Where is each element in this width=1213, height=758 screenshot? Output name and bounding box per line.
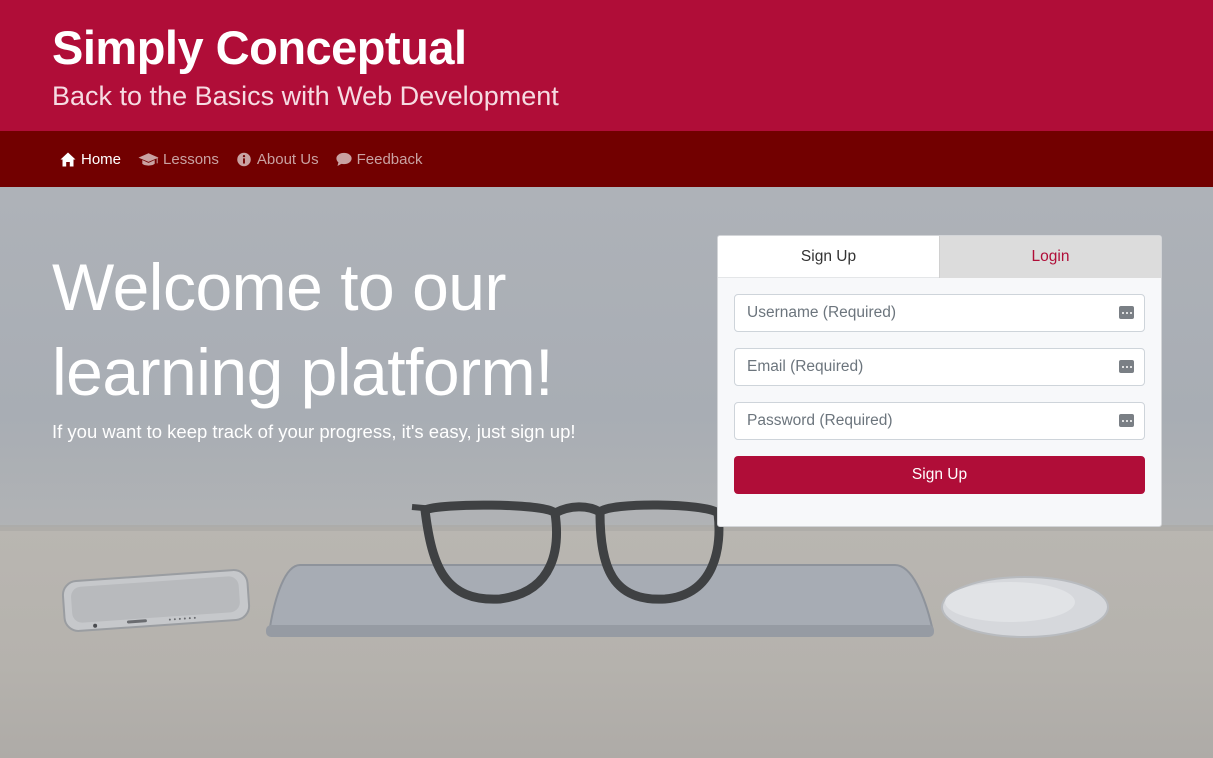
autofill-icon[interactable]	[1119, 360, 1134, 373]
tab-login[interactable]: Login	[939, 236, 1161, 278]
signup-card: Sign Up Login Sign Up	[717, 235, 1162, 527]
main-navigation: Home Lessons About Us Feedback	[0, 131, 1213, 187]
graduation-cap-icon	[137, 151, 159, 167]
nav-item-feedback[interactable]: Feedback	[335, 150, 423, 168]
nav-item-label: Home	[81, 150, 122, 168]
nav-item-label: Feedback	[356, 150, 423, 168]
autofill-icon[interactable]	[1119, 306, 1134, 319]
hero-heading: Welcome to our learning platform!	[52, 250, 553, 409]
nav-item-label: Lessons	[163, 150, 219, 168]
email-input[interactable]	[735, 349, 1144, 385]
home-icon	[59, 151, 77, 167]
hero-description: If you want to keep track of your progre…	[52, 421, 576, 442]
autofill-icon[interactable]	[1119, 414, 1134, 427]
nav-item-lessons[interactable]: Lessons	[137, 151, 219, 168]
password-input[interactable]	[735, 403, 1144, 439]
nav-item-label: About Us	[256, 150, 319, 168]
tab-sign-up[interactable]: Sign Up	[718, 236, 939, 278]
sign-up-button[interactable]: Sign Up	[734, 456, 1145, 494]
site-subtitle: Back to the Basics with Web Development	[52, 81, 559, 111]
info-icon	[235, 151, 253, 167]
nav-item-about-us[interactable]: About Us	[235, 151, 319, 168]
comment-icon	[335, 151, 353, 167]
email-field-wrapper	[734, 348, 1145, 386]
username-field-wrapper	[734, 294, 1145, 332]
site-title: Simply Conceptual	[52, 21, 467, 74]
site-header: Simply Conceptual Back to the Basics wit…	[0, 0, 1213, 131]
username-input[interactable]	[735, 295, 1144, 331]
password-field-wrapper	[734, 402, 1145, 440]
auth-tabs: Sign Up Login	[718, 236, 1161, 278]
nav-item-home[interactable]: Home	[59, 151, 121, 168]
